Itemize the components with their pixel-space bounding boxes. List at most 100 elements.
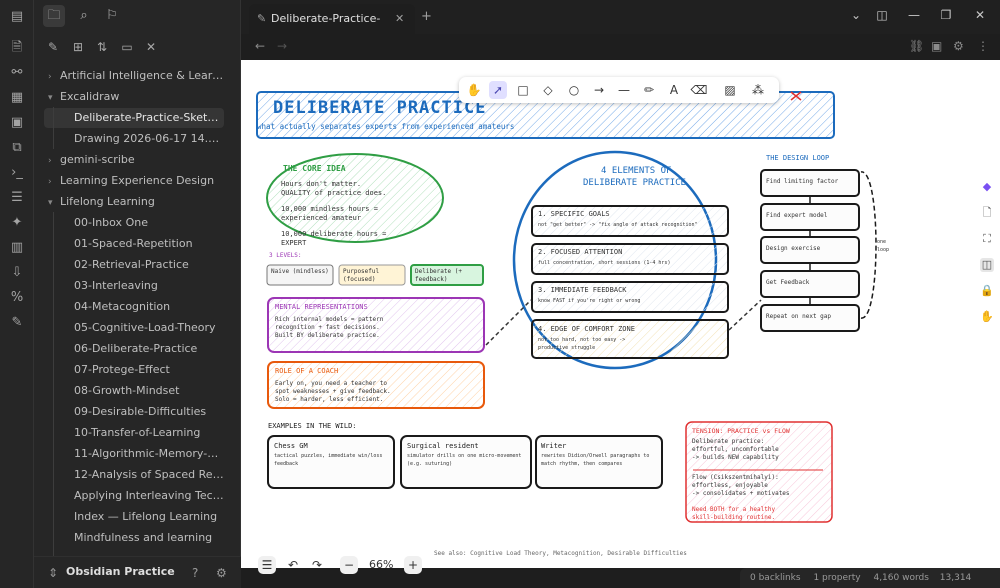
close-icon[interactable]: ✕ — [395, 12, 404, 25]
vault-name[interactable]: Obsidian Practice — [66, 565, 175, 578]
arrow-tool-icon[interactable]: → — [590, 81, 608, 99]
eraser-tool-icon[interactable]: ⌫ — [690, 81, 708, 99]
collapse-icon[interactable]: ▭ — [120, 40, 134, 54]
tree-file[interactable]: 07-Protege-Effect — [44, 360, 224, 380]
new-note-icon[interactable]: ✎ — [46, 40, 60, 54]
settings-icon[interactable]: ⚙ — [216, 566, 227, 580]
tree-file[interactable]: Applying Interleaving Techni... — [44, 486, 224, 506]
tree-folder[interactable]: › Artificial Intelligence & Learning — [48, 66, 224, 86]
image-tool-icon[interactable]: ▨ — [721, 81, 739, 99]
chevron-right-icon[interactable]: › — [48, 67, 60, 86]
tree-file[interactable]: 11-Algorithmic-Memory-Mo... — [44, 444, 224, 464]
panel-toggle-icon[interactable]: ◫ — [980, 258, 994, 272]
excalidraw-canvas[interactable]: DELIBERATE PRACTICE what actually separa… — [241, 60, 1000, 568]
tree-folder[interactable]: ▾ Excalidraw — [48, 87, 224, 107]
zoom-out-button[interactable]: − — [340, 556, 358, 574]
tree-file[interactable]: 04-Metacognition — [44, 297, 224, 317]
tree-file[interactable]: Deliberate-Practice-Sketchno... — [44, 108, 224, 128]
zoom-in-button[interactable]: + — [404, 556, 422, 574]
tree-file[interactable]: Drawing 2026-06-17 14.01.5... — [44, 129, 224, 149]
tree-file[interactable]: 08-Growth-Mindset — [44, 381, 224, 401]
tree-file[interactable]: 06-Deliberate-Practice — [44, 339, 224, 359]
tree-folder[interactable]: ▾ Lifelong Learning — [48, 192, 224, 212]
graph-icon[interactable]: ⚯ — [9, 65, 25, 81]
help-icon[interactable]: ? — [192, 566, 198, 580]
elements-heading-2: DELIBERATE PRACTICE — [583, 178, 686, 188]
pencil-tool-icon[interactable]: ✏ — [640, 81, 658, 99]
tree-file[interactable]: 02-Retrieval-Practice — [44, 255, 224, 275]
shapes-library-icon[interactable]: ⁂ — [749, 81, 767, 99]
folder-icon[interactable]: 🗀 — [43, 5, 65, 27]
undo-icon[interactable]: ↶ — [284, 556, 302, 574]
back-arrow-icon[interactable]: ← — [255, 39, 265, 53]
percent-icon[interactable]: % — [9, 290, 25, 306]
tab-active[interactable]: ✎ Deliberate-Practice-Sk... ✕ — [249, 4, 415, 34]
maximize-icon[interactable]: ❐ — [937, 8, 955, 22]
search-icon[interactable]: ⌕ — [76, 8, 92, 24]
tree-folder[interactable]: › Learning Experience Design — [48, 171, 224, 191]
new-folder-icon[interactable]: ⊞ — [71, 40, 85, 54]
new-note-icon[interactable]: 🗎 — [9, 40, 25, 56]
diamond-tool-icon[interactable]: ◇ — [539, 81, 557, 99]
gear-icon[interactable]: ⚙ — [953, 39, 964, 53]
chevron-right-icon[interactable]: › — [48, 151, 60, 170]
table-icon[interactable]: ▥ — [9, 240, 25, 256]
more-options-icon[interactable]: ⋮ — [977, 39, 989, 53]
chevron-down-icon[interactable]: ▾ — [48, 88, 60, 107]
new-file-icon[interactable]: 🗋 — [980, 206, 994, 220]
zoom-level[interactable]: 66% — [369, 558, 393, 571]
lock-icon[interactable]: 🔒 — [980, 284, 994, 298]
properties-count[interactable]: 1 property — [813, 573, 860, 583]
tree-file[interactable]: 03-Interleaving — [44, 276, 224, 296]
menu-icon[interactable]: ☰ — [258, 556, 276, 574]
excalidraw-icon[interactable]: ✎ — [9, 315, 25, 331]
selection-tool-icon[interactable]: ➚ — [489, 81, 507, 99]
close-icon[interactable]: ✕ — [144, 40, 158, 54]
save-icon[interactable]: ▣ — [931, 39, 942, 53]
tree-file[interactable]: 10-Transfer-of-Learning — [44, 423, 224, 443]
sidebar-right-toggle-icon[interactable]: ◫ — [873, 8, 891, 22]
minimize-icon[interactable]: — — [905, 8, 923, 22]
tab-title[interactable]: Deliberate-Practice-Sk... — [271, 12, 381, 25]
bookmark-icon[interactable]: ⚐ — [104, 8, 120, 24]
vault-switcher[interactable]: ⇕ Obsidian Practice ? ⚙ — [34, 556, 241, 588]
sort-icon[interactable]: ⇅ — [95, 40, 109, 54]
chevron-right-icon[interactable]: › — [48, 172, 60, 191]
fullscreen-icon[interactable]: ⛶ — [980, 232, 994, 246]
tree-file[interactable]: 12-Analysis of Spaced Repeti... — [44, 465, 224, 485]
window-close-icon[interactable]: ✕ — [971, 8, 989, 22]
hand-tool-icon[interactable]: ✋ — [465, 81, 483, 99]
tree-file[interactable]: Mindfulness and learning — [44, 528, 224, 548]
chevron-updown-icon[interactable]: ⇕ — [48, 566, 58, 580]
level-deliberate: Deliberate (+ feedback) — [415, 268, 462, 283]
tree-file[interactable]: Index — Lifelong Learning — [44, 507, 224, 527]
tree-file[interactable]: 09-Desirable-Difficulties — [44, 402, 224, 422]
tree-file[interactable]: 00-Inbox One — [44, 213, 224, 233]
sidebar-toggle-icon[interactable]: ▤ — [9, 9, 25, 25]
canvas-bottom-bar: ☰ ↶ ↷ − 66% + — [254, 551, 424, 579]
list-icon[interactable]: ☰ — [9, 190, 25, 206]
new-tab-icon[interactable]: + — [421, 9, 432, 24]
calendar-icon[interactable]: ▣ — [9, 115, 25, 131]
rectangle-tool-icon[interactable]: □ — [514, 81, 532, 99]
copy-icon[interactable]: ⧉ — [9, 140, 25, 156]
loop-step-1: Find limiting factor — [766, 178, 839, 185]
line-tool-icon[interactable]: — — [615, 81, 633, 99]
canvas-icon[interactable]: ▦ — [9, 90, 25, 106]
tree-file[interactable]: 05-Cognitive-Load-Theory — [44, 318, 224, 338]
chevron-down-icon[interactable]: ⌄ — [847, 8, 865, 22]
ellipse-tool-icon[interactable]: ○ — [565, 81, 583, 99]
forward-arrow-icon[interactable]: → — [277, 39, 287, 53]
tree-folder[interactable]: › gemini-scribe — [48, 150, 224, 170]
excalidraw-logo-icon[interactable]: ◆ — [980, 180, 994, 194]
redo-icon[interactable]: ↷ — [308, 556, 326, 574]
sparkle-icon[interactable]: ✦ — [9, 215, 25, 231]
link-icon[interactable]: ⛓ — [909, 39, 924, 53]
hand-icon[interactable]: ✋ — [980, 310, 994, 324]
backlinks-count[interactable]: 0 backlinks — [750, 573, 801, 583]
chevron-down-icon[interactable]: ▾ — [48, 193, 60, 212]
text-tool-icon[interactable]: A — [665, 81, 683, 99]
download-icon[interactable]: ⇩ — [9, 265, 25, 281]
tree-file[interactable]: 01-Spaced-Repetition — [44, 234, 224, 254]
terminal-icon[interactable]: ›_ — [9, 165, 25, 181]
